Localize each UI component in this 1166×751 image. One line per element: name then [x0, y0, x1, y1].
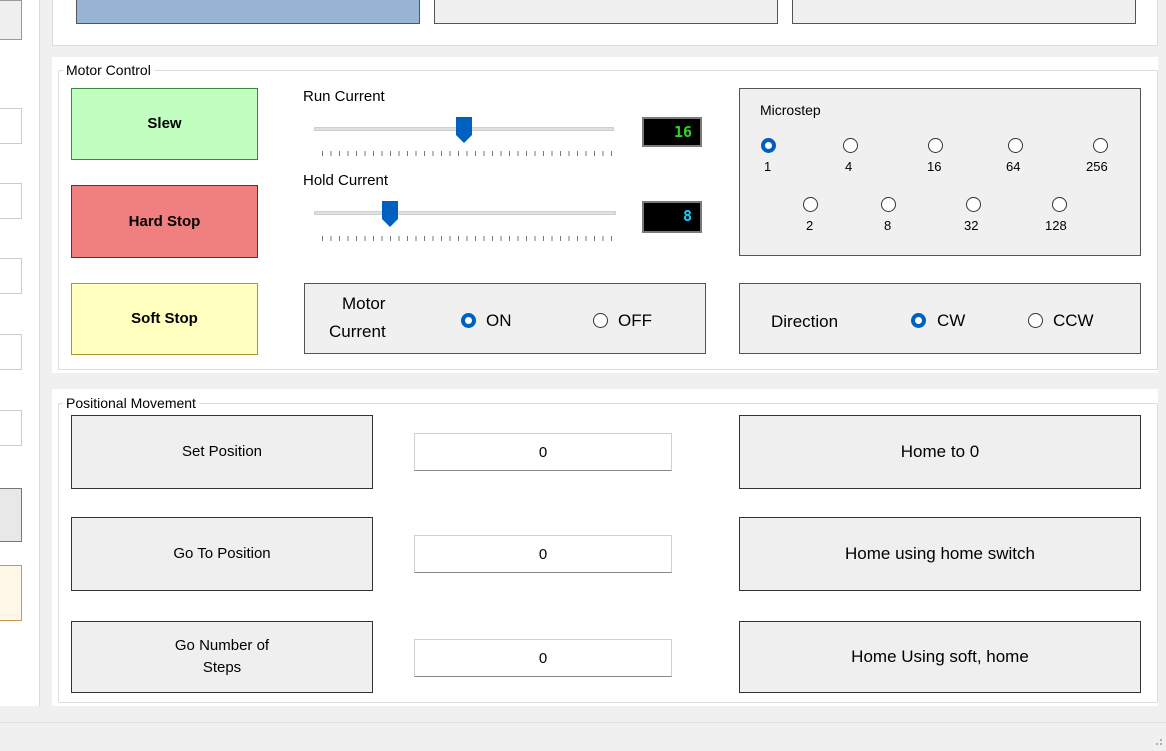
hold-current-track [314, 211, 616, 215]
microstep-radio-32[interactable] [966, 197, 981, 212]
microstep-radio-4[interactable] [843, 138, 858, 153]
direction-label: Direction [771, 312, 839, 331]
hold-current-label: Hold Current [303, 172, 389, 189]
go-number-of-steps-button[interactable]: Go Number of Steps [71, 621, 373, 693]
hard-stop-button[interactable]: Hard Stop [71, 185, 258, 258]
motor-current-off-radio[interactable] [593, 313, 608, 328]
motor-current-label-line2: Current [329, 322, 386, 341]
go-number-of-steps-input[interactable]: 0 [414, 639, 672, 677]
hold-current-ticks [322, 236, 612, 241]
top-tab[interactable] [792, 0, 1136, 24]
left-panel-button[interactable] [0, 565, 22, 621]
microstep-label: Microstep [760, 102, 821, 118]
motor-control-label: Motor Control [63, 62, 154, 78]
left-panel-button[interactable] [0, 488, 22, 542]
microstep-option-label: 4 [845, 159, 853, 174]
left-panel-field[interactable] [0, 183, 22, 219]
microstep-option-label: 256 [1086, 159, 1108, 174]
top-tab[interactable] [434, 0, 778, 24]
run-current-label: Run Current [303, 88, 385, 105]
run-current-ticks [322, 151, 612, 156]
microstep-option-label: 128 [1045, 218, 1067, 233]
home-using-home-switch-button[interactable]: Home using home switch [739, 517, 1141, 591]
microstep-option-label: 32 [964, 218, 979, 233]
left-panel-field[interactable] [0, 334, 22, 370]
status-bar [0, 722, 1166, 751]
microstep-radio-128[interactable] [1052, 197, 1067, 212]
microstep-option-label: 2 [806, 218, 814, 233]
motor-current-on-label: ON [486, 311, 512, 330]
left-panel-field[interactable] [0, 410, 22, 446]
microstep-radio-8[interactable] [881, 197, 896, 212]
motor-current-off-label: OFF [618, 311, 652, 330]
microstep-radio-256[interactable] [1093, 138, 1108, 153]
hold-current-slider-thumb[interactable] [381, 201, 398, 227]
direction-cw-radio[interactable] [911, 313, 926, 328]
microstep-radio-16[interactable] [928, 138, 943, 153]
motor-current-on-radio[interactable] [461, 313, 476, 328]
soft-stop-button[interactable]: Soft Stop [71, 283, 258, 355]
go-number-of-steps-line2: Steps [202, 659, 242, 676]
microstep-option-label: 1 [764, 159, 772, 174]
microstep-option-label: 16 [927, 159, 942, 174]
direction-ccw-radio[interactable] [1028, 313, 1043, 328]
run-current-slider-thumb[interactable] [456, 117, 472, 143]
set-position-input[interactable]: 0 [414, 433, 672, 471]
microstep-radio-2[interactable] [803, 197, 818, 212]
left-panel-field[interactable] [0, 258, 22, 294]
go-to-position-button[interactable]: Go To Position [71, 517, 373, 591]
microstep-option-label: 64 [1006, 159, 1021, 174]
slew-button[interactable]: Slew [71, 88, 258, 160]
microstep-radio-64[interactable] [1008, 138, 1023, 153]
positional-movement-label: Positional Movement [63, 395, 199, 411]
home-to-0-button[interactable]: Home to 0 [739, 415, 1141, 489]
direction-ccw-label: CCW [1053, 311, 1094, 330]
left-panel-field[interactable] [0, 0, 22, 40]
microstep-radio-1[interactable] [761, 138, 776, 153]
left-panel-field[interactable] [0, 108, 22, 144]
top-tab-active[interactable] [76, 0, 420, 24]
motor-current-label-line1: Motor [342, 294, 386, 313]
go-number-of-steps-line1: Go Number of [174, 637, 270, 654]
microstep-option-label: 8 [884, 218, 892, 233]
set-position-button[interactable]: Set Position [71, 415, 373, 489]
resize-grip-icon[interactable] [1150, 733, 1164, 747]
home-using-soft-home-button[interactable]: Home Using soft, home [739, 621, 1141, 693]
run-current-display: 16 [642, 117, 702, 147]
direction-cw-label: CW [937, 311, 966, 330]
go-to-position-input[interactable]: 0 [414, 535, 672, 573]
hold-current-display: 8 [642, 201, 702, 233]
